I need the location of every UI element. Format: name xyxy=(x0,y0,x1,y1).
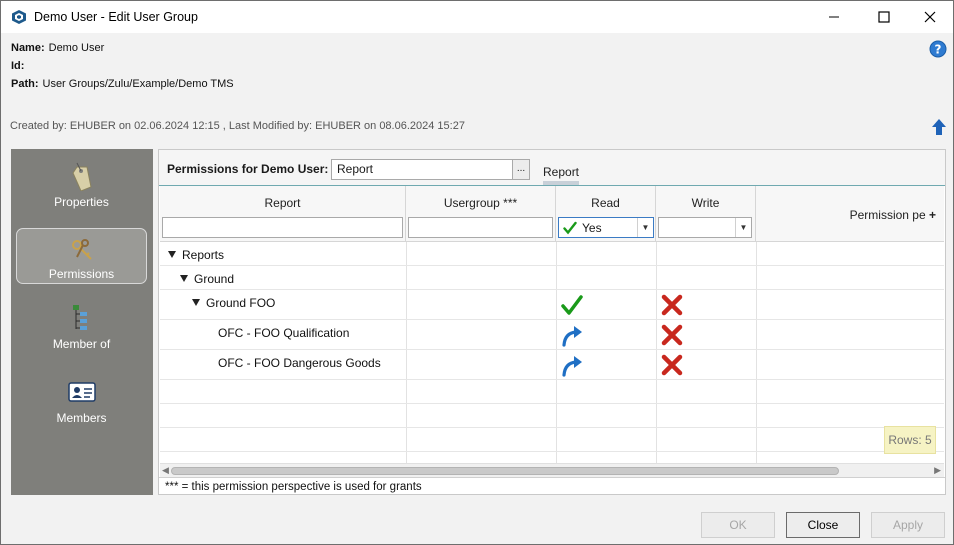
arrow-up-icon[interactable] xyxy=(931,118,947,136)
chevron-down-icon: ▼ xyxy=(735,218,751,237)
scrollbar-thumb[interactable] xyxy=(171,467,839,475)
permissions-panel: Permissions for Demo User: Report ... Re… xyxy=(158,149,946,495)
column-header-perspective[interactable]: Permission pe + xyxy=(756,186,944,242)
chevron-down-icon: ▼ xyxy=(637,218,653,237)
tag-icon xyxy=(71,162,92,191)
horizontal-scrollbar[interactable]: ◀ ▶ xyxy=(160,463,944,477)
close-window-button[interactable] xyxy=(907,1,953,33)
column-header-label: Usergroup *** xyxy=(443,196,518,210)
expand-triangle-icon[interactable] xyxy=(192,299,200,306)
permission-perspective-input[interactable]: Report xyxy=(331,159,513,180)
apply-button[interactable]: Apply xyxy=(871,512,945,538)
row-label: OFC - FOO Dangerous Goods xyxy=(218,356,381,370)
table-row[interactable]: OFC - FOO Dangerous Goods xyxy=(160,350,944,380)
permissions-grid: Report Usergroup *** Read Yes ▼ Write ▼ … xyxy=(160,186,944,477)
cross-icon[interactable] xyxy=(660,353,684,377)
expand-triangle-icon[interactable] xyxy=(180,275,188,282)
name-row: Name: Demo User xyxy=(11,42,104,54)
empty-row xyxy=(160,404,944,428)
path-label: Path: xyxy=(11,78,39,90)
column-header-read[interactable]: Read Yes ▼ xyxy=(556,186,656,242)
permissions-label: Permissions for Demo User: xyxy=(167,162,329,176)
row-label: Ground xyxy=(194,272,235,286)
id-card-icon xyxy=(67,382,96,402)
permissions-toolbar: Permissions for Demo User: Report ... Re… xyxy=(159,150,945,186)
id-row: Id: xyxy=(11,60,28,72)
column-header-label: Permission pe + xyxy=(850,208,936,222)
column-header-write[interactable]: Write ▼ xyxy=(656,186,756,242)
help-icon[interactable]: ? xyxy=(929,40,947,58)
empty-row xyxy=(160,428,944,452)
inherit-arrow-icon[interactable] xyxy=(560,353,584,377)
empty-row xyxy=(160,380,944,404)
svg-text:?: ? xyxy=(935,43,942,57)
keys-icon xyxy=(71,239,92,260)
minimize-icon xyxy=(829,16,839,18)
sidebar-item-members[interactable]: Members xyxy=(16,371,147,427)
table-row[interactable]: Ground xyxy=(160,266,944,290)
id-label: Id: xyxy=(11,60,25,72)
perspective-label: Permission pe xyxy=(849,208,926,222)
name-value: Demo User xyxy=(48,42,105,54)
table-row[interactable]: Ground FOO xyxy=(160,290,944,320)
more-columns-icon: + xyxy=(928,208,936,222)
sidebar-item-label: Members xyxy=(56,411,107,425)
created-info: Created by: EHUBER on 02.06.2024 12:15 ,… xyxy=(10,120,465,132)
table-row[interactable]: Reports xyxy=(160,242,944,266)
sidebar-item-label: Member of xyxy=(52,337,111,351)
sidebar-item-label: Permissions xyxy=(48,267,115,281)
check-icon[interactable] xyxy=(560,293,584,317)
write-filter-select[interactable]: ▼ xyxy=(658,217,752,238)
footnote: *** = this permission perspective is use… xyxy=(165,481,422,493)
report-filter-input[interactable] xyxy=(162,217,403,238)
cross-icon[interactable] xyxy=(660,323,684,347)
close-icon xyxy=(924,11,936,23)
sidebar-item-member-of[interactable]: Member of xyxy=(16,297,147,353)
column-header-label: Report xyxy=(264,196,301,210)
sidebar-item-permissions[interactable]: Permissions xyxy=(16,228,147,284)
scroll-right-icon[interactable]: ▶ xyxy=(934,465,941,476)
row-label: Reports xyxy=(182,248,225,262)
read-filter-select[interactable]: Yes ▼ xyxy=(558,217,654,238)
column-header-report[interactable]: Report xyxy=(160,186,406,242)
maximize-icon xyxy=(878,11,890,23)
tab-report[interactable]: Report xyxy=(543,165,579,179)
sidebar-item-label: Properties xyxy=(54,195,109,209)
cross-icon[interactable] xyxy=(660,293,684,317)
sidebar-item-properties[interactable]: Properties xyxy=(16,155,147,211)
path-value: User Groups/Zulu/Example/Demo TMS xyxy=(42,78,234,90)
app-logo-icon xyxy=(12,10,26,24)
maximize-button[interactable] xyxy=(861,1,907,33)
column-header-usergroup[interactable]: Usergroup *** xyxy=(406,186,556,242)
table-row[interactable]: OFC - FOO Qualification xyxy=(160,320,944,350)
sidebar: Properties Permissions Member of Members xyxy=(11,149,153,495)
rows-count-badge: Rows: 5 xyxy=(884,426,936,454)
usergroup-filter-input[interactable] xyxy=(408,217,553,238)
minimize-button[interactable] xyxy=(811,1,857,33)
browse-button[interactable]: ... xyxy=(512,159,530,180)
expand-triangle-icon[interactable] xyxy=(168,251,176,258)
row-label: OFC - FOO Qualification xyxy=(218,326,350,340)
inherit-arrow-icon[interactable] xyxy=(560,323,584,347)
name-label: Name: xyxy=(11,42,45,54)
close-button[interactable]: Close xyxy=(786,512,860,538)
check-icon xyxy=(563,221,577,235)
read-filter-value: Yes xyxy=(582,221,602,235)
divider xyxy=(159,477,945,478)
ok-button[interactable]: OK xyxy=(701,512,775,538)
window-title: Demo User - Edit User Group xyxy=(34,10,198,24)
hierarchy-icon xyxy=(72,305,87,330)
title-bar[interactable]: Demo User - Edit User Group xyxy=(1,1,953,33)
column-header-label: Read xyxy=(591,196,620,210)
dialog-window: Demo User - Edit User Group Name: Demo Us… xyxy=(0,0,954,545)
row-label: Ground FOO xyxy=(206,296,276,310)
column-header-label: Write xyxy=(691,196,720,210)
scroll-left-icon[interactable]: ◀ xyxy=(162,465,169,476)
path-row: Path: User Groups/Zulu/Example/Demo TMS xyxy=(11,78,234,90)
